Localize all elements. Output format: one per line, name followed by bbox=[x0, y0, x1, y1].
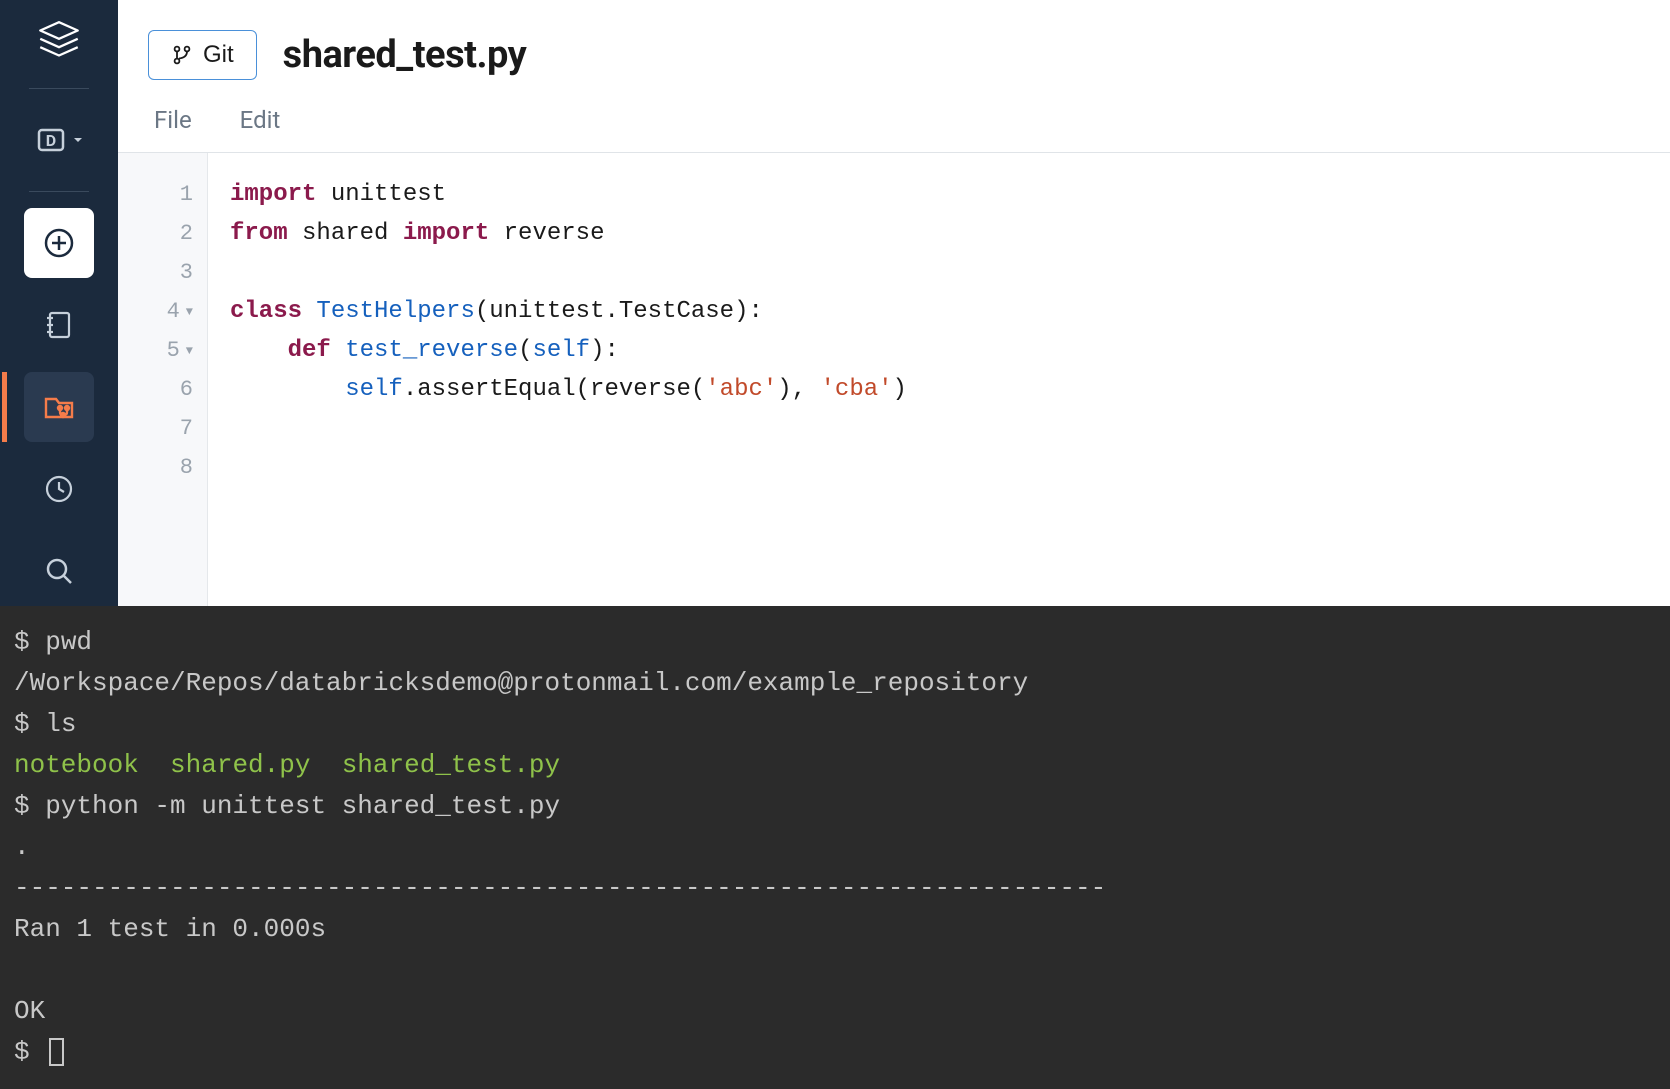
terminal-line: OK bbox=[14, 991, 1656, 1032]
clock-icon bbox=[43, 473, 75, 505]
sidebar-separator bbox=[29, 191, 89, 192]
main-panel: Git shared_test.py File Edit 1 2 3 4▼ 5▼… bbox=[118, 0, 1670, 606]
sidebar-item-repos[interactable] bbox=[24, 372, 94, 442]
sidebar-item-recents[interactable] bbox=[24, 454, 94, 524]
menu-file[interactable]: File bbox=[154, 106, 192, 134]
logo-icon bbox=[34, 18, 84, 72]
editor-header: Git shared_test.py bbox=[118, 0, 1670, 98]
code-line bbox=[230, 448, 1670, 487]
plus-circle-icon bbox=[42, 226, 76, 260]
terminal-line: notebook shared.py shared_test.py bbox=[14, 745, 1656, 786]
notebook-icon bbox=[42, 308, 76, 342]
sidebar-item-data[interactable]: D bbox=[24, 105, 94, 175]
menu-bar: File Edit bbox=[118, 98, 1670, 153]
svg-text:D: D bbox=[45, 131, 55, 150]
terminal-line: /Workspace/Repos/databricksdemo@protonma… bbox=[14, 663, 1656, 704]
line-number: 7 bbox=[118, 409, 207, 448]
code-editor[interactable]: 1 2 3 4▼ 5▼ 6 7 8 import unittest from s… bbox=[118, 153, 1670, 606]
git-button-label: Git bbox=[203, 41, 234, 69]
search-icon bbox=[43, 555, 75, 587]
code-line: def test_reverse(self): bbox=[230, 331, 1670, 370]
line-number: 5▼ bbox=[118, 331, 207, 370]
menu-edit[interactable]: Edit bbox=[240, 106, 281, 134]
chevron-down-icon bbox=[72, 134, 84, 146]
fold-marker[interactable]: ▼ bbox=[186, 344, 193, 358]
code-line: class TestHelpers(unittest.TestCase): bbox=[230, 292, 1670, 331]
code-line: self.assertEqual(reverse('abc'), 'cba') bbox=[230, 370, 1670, 409]
fold-marker[interactable]: ▼ bbox=[186, 305, 193, 319]
terminal-line bbox=[14, 950, 1656, 991]
line-number: 8 bbox=[118, 448, 207, 487]
terminal-line: . bbox=[14, 827, 1656, 868]
code-line bbox=[230, 253, 1670, 292]
sidebar-item-workspace[interactable] bbox=[24, 290, 94, 360]
terminal-line: Ran 1 test in 0.000s bbox=[14, 909, 1656, 950]
sidebar: D bbox=[0, 0, 118, 606]
line-number: 4▼ bbox=[118, 292, 207, 331]
repo-branch-icon bbox=[42, 390, 76, 424]
git-branch-icon bbox=[171, 44, 193, 66]
code-line bbox=[230, 409, 1670, 448]
terminal-line: $ python -m unittest shared_test.py bbox=[14, 786, 1656, 827]
line-number: 1 bbox=[118, 175, 207, 214]
git-button[interactable]: Git bbox=[148, 30, 257, 80]
line-number: 6 bbox=[118, 370, 207, 409]
sidebar-item-create[interactable] bbox=[24, 208, 94, 278]
page-title: shared_test.py bbox=[283, 33, 527, 77]
sidebar-separator bbox=[29, 88, 89, 89]
code-line: import unittest bbox=[230, 175, 1670, 214]
line-number: 3 bbox=[118, 253, 207, 292]
terminal-panel[interactable]: $ pwd /Workspace/Repos/databricksdemo@pr… bbox=[0, 606, 1670, 1089]
line-number: 2 bbox=[118, 214, 207, 253]
code-line: from shared import reverse bbox=[230, 214, 1670, 253]
sidebar-item-search[interactable] bbox=[24, 536, 94, 606]
terminal-cursor bbox=[49, 1038, 64, 1066]
line-gutter: 1 2 3 4▼ 5▼ 6 7 8 bbox=[118, 153, 208, 606]
terminal-prompt-line: $ bbox=[14, 1032, 1656, 1073]
terminal-line: $ ls bbox=[14, 704, 1656, 745]
terminal-line: $ pwd bbox=[14, 622, 1656, 663]
code-area[interactable]: import unittest from shared import rever… bbox=[208, 153, 1670, 606]
terminal-line: ----------------------------------------… bbox=[14, 868, 1656, 909]
